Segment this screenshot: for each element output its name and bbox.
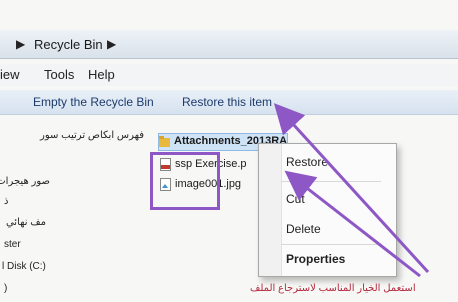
- nav-item-folder[interactable]: فهرس ابكاص ترتيب سور: [2, 130, 144, 141]
- context-menu-restore[interactable]: Restore: [286, 155, 328, 169]
- context-menu-delete[interactable]: Delete: [286, 222, 321, 236]
- menu-tools[interactable]: Tools: [44, 67, 74, 82]
- nav-item-partial[interactable]: ): [4, 283, 7, 294]
- context-menu-separator: [281, 181, 381, 182]
- context-menu-separator: [281, 244, 381, 245]
- command-bar: Empty the Recycle Bin Restore this item: [0, 90, 458, 115]
- recycle-bin-window: ▶ Recycle Bin ▶ iew Tools Help Empty the…: [0, 0, 458, 302]
- nav-item-local-disk[interactable]: l Disk (C:): [2, 261, 46, 272]
- address-path[interactable]: Recycle Bin: [34, 37, 103, 52]
- breadcrumb-chevron-icon[interactable]: ▶: [107, 37, 116, 51]
- nav-item-computer[interactable]: ster: [4, 239, 21, 250]
- folder-icon: [159, 136, 170, 147]
- menu-view[interactable]: iew: [0, 67, 20, 82]
- file-name: ssp Exercise.p: [175, 158, 247, 170]
- image-file-icon: [160, 178, 171, 191]
- annotation-caption: استعمل الخيار المناسب لاسترجاع الملف: [250, 283, 416, 294]
- pdf-file-icon: [160, 158, 171, 171]
- context-menu: Restore Cut Delete Properties: [258, 143, 397, 277]
- menu-help[interactable]: Help: [88, 67, 115, 82]
- menu-bar: iew Tools Help: [0, 64, 458, 86]
- nav-item-short[interactable]: ذ: [4, 196, 8, 207]
- nav-item-final-folder[interactable]: مف نهائي: [2, 217, 46, 228]
- context-menu-cut[interactable]: Cut: [286, 192, 305, 206]
- nav-item-pictures[interactable]: صور هيجرات: [0, 176, 50, 187]
- file-row-image001[interactable]: image001.jpg: [160, 177, 260, 193]
- empty-recycle-bin-button[interactable]: Empty the Recycle Bin: [33, 95, 154, 109]
- file-row-ssp-exercise[interactable]: ssp Exercise.p: [160, 157, 260, 173]
- file-name: image001.jpg: [175, 178, 242, 190]
- context-menu-properties[interactable]: Properties: [286, 252, 345, 266]
- nav-chevron-icon[interactable]: ▶: [16, 37, 25, 51]
- context-menu-gutter: [259, 144, 282, 276]
- address-bar[interactable]: ▶ Recycle Bin ▶: [0, 30, 458, 59]
- restore-item-button[interactable]: Restore this item: [182, 95, 272, 109]
